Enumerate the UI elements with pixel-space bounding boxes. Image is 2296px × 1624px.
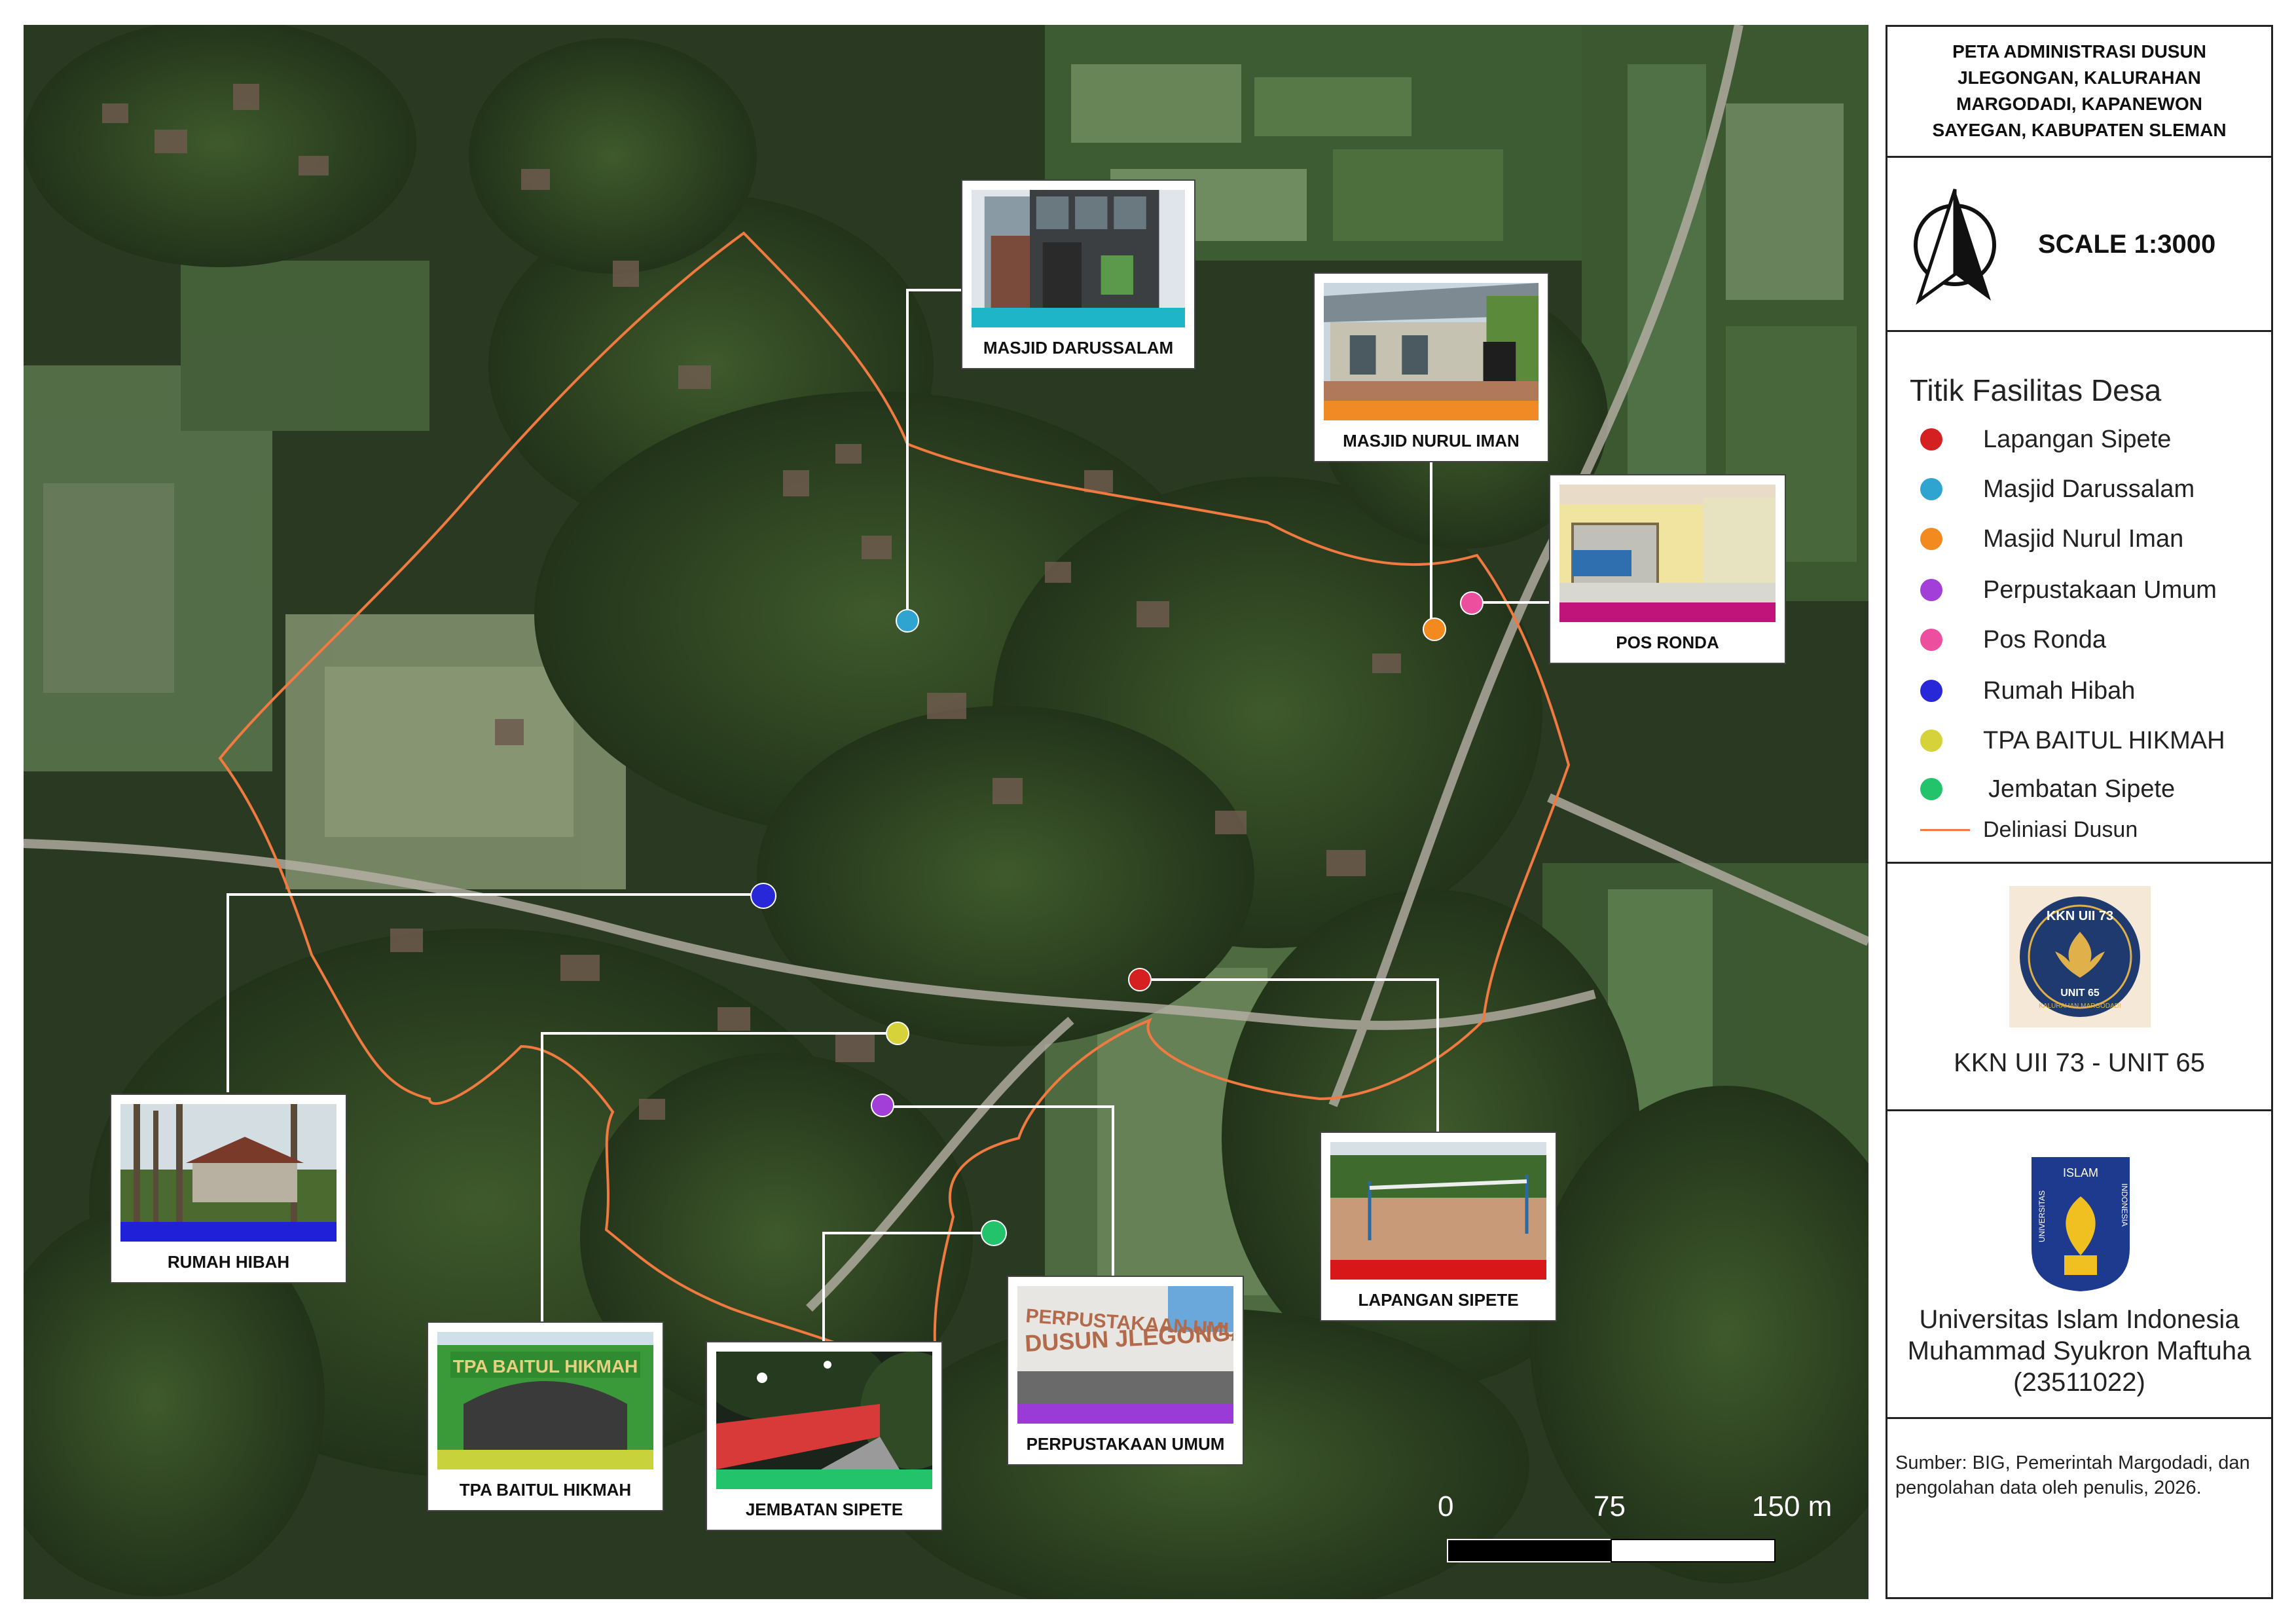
caption-jembatan-sipete: JEMBATAN SIPETE <box>745 1500 903 1519</box>
caption-pos-ronda: POS RONDA <box>1616 633 1719 652</box>
point-rumah-hibah <box>750 883 776 909</box>
uii-ring-top: ISLAM <box>2063 1166 2098 1179</box>
uii-ring-left: UNIVERSITAS <box>2037 1190 2047 1242</box>
north-arrow-icon <box>1914 189 1996 305</box>
scale-bar-black <box>1447 1539 1613 1562</box>
map-title: PETA ADMINISTRASI DUSUN JLEGONGAN, KALUR… <box>1932 41 2227 140</box>
scale-label-75: 75 <box>1594 1490 1626 1522</box>
point-pos-ronda <box>1460 591 1484 615</box>
legend-dot-pink-icon <box>1920 629 1942 651</box>
map-frame[interactable]: MASJID DARUSSALAM MASJID NURUL IMAN POS … <box>24 25 1868 1599</box>
callout-jembatan-sipete[interactable]: JEMBATAN SIPETE <box>706 1341 943 1531</box>
legend-line-icon <box>1920 829 1970 831</box>
legend-section: Titik Fasilitas Desa Lapangan Sipete Mas… <box>1887 332 2271 864</box>
kkn-badge-icon: KKN UII 73 UNIT 65 KALURAHAN MARGODADI <box>2020 896 2140 1017</box>
kkn-badge-ring: KALURAHAN MARGODADI <box>2039 1003 2121 1010</box>
uii-line2: Muhammad Syukron Maftuha <box>1907 1337 2251 1365</box>
uii-logo-icon: ISLAM UNIVERSITAS INDONESIA <box>2032 1157 2130 1291</box>
legend-dot-blue-icon <box>1920 680 1942 702</box>
callout-tpa-baitul-hikmah[interactable]: TPA BAITUL HIKMAH TPA BAITUL HIKMAH <box>427 1321 664 1511</box>
scale-label-0: 0 <box>1438 1490 1454 1522</box>
point-perpustakaan-umum <box>871 1094 894 1117</box>
legend-dot-green-icon <box>1920 778 1942 800</box>
legend-dot-yellow-icon <box>1920 729 1942 752</box>
callout-masjid-nurul-iman[interactable]: MASJID NURUL IMAN <box>1313 272 1549 462</box>
north-scale-section: SCALE 1:3000 <box>1887 158 2271 332</box>
photo-jembatan-sipete <box>716 1352 932 1469</box>
caption-rumah-hibah: RUMAH HIBAH <box>167 1252 290 1272</box>
color-bar-masjid-darussalam <box>972 308 1185 327</box>
tpa-sign-text: TPA BAITUL HIKMAH <box>453 1356 638 1376</box>
color-bar-pos-ronda <box>1559 602 1776 622</box>
color-bar-rumah-hibah <box>120 1222 337 1242</box>
kkn-label: KKN UII 73 - UNIT 65 <box>1954 1048 2205 1077</box>
photo-lapangan-sipete <box>1330 1142 1546 1260</box>
point-masjid-nurul-iman <box>1423 618 1446 641</box>
legend-dot-purple-icon <box>1920 579 1942 601</box>
legend-dot-orange-icon <box>1920 528 1942 550</box>
callout-perpustakaan-umum[interactable]: PERPUSTAKAAN UMUM DUSUN JLEGONGAN PERPUS… <box>1007 1276 1244 1466</box>
color-bar-tpa-baitul-hikmah <box>437 1450 653 1469</box>
uii-line3: (23511022) <box>2013 1368 2145 1397</box>
caption-masjid-nurul-iman: MASJID NURUL IMAN <box>1343 431 1520 451</box>
photo-tpa-baitul-hikmah: TPA BAITUL HIKMAH <box>437 1332 653 1450</box>
kkn-section: KKN UII 73 UNIT 65 KALURAHAN MARGODADI K… <box>1887 864 2271 1111</box>
callout-pos-ronda[interactable]: POS RONDA <box>1549 474 1786 664</box>
photo-masjid-nurul-iman <box>1324 283 1539 401</box>
kkn-logo: KKN UII 73 UNIT 65 KALURAHAN MARGODADI <box>2009 886 2151 1027</box>
callout-lapangan-sipete[interactable]: LAPANGAN SIPETE <box>1320 1132 1557 1321</box>
map-panel: PETA ADMINISTRASI DUSUN JLEGONGAN, KALUR… <box>1886 25 2273 1599</box>
legend-title: Titik Fasilitas Desa <box>1910 373 2162 407</box>
uii-ring-right: INDONESIA <box>2120 1183 2129 1227</box>
uii-line1: Universitas Islam Indonesia <box>1919 1305 2240 1334</box>
leader-lines <box>227 289 1549 1341</box>
callout-masjid-darussalam[interactable]: MASJID DARUSSALAM <box>961 179 1195 369</box>
legend-dot-red-icon <box>1920 428 1942 451</box>
photo-perpustakaan-umum: PERPUSTAKAAN UMUM DUSUN JLEGONGAN <box>1017 1286 1233 1404</box>
scale-bar-white <box>1611 1539 1776 1562</box>
scale-label-150: 150 m <box>1752 1490 1832 1522</box>
point-jembatan-sipete <box>981 1220 1007 1246</box>
caption-tpa-baitul-hikmah: TPA BAITUL HIKMAH <box>459 1480 632 1500</box>
title-section: PETA ADMINISTRASI DUSUN JLEGONGAN, KALUR… <box>1887 27 2271 158</box>
legend-dot-cyan-icon <box>1920 478 1942 500</box>
point-lapangan-sipete <box>1128 968 1152 991</box>
scale-bar <box>1447 1539 1776 1562</box>
kkn-badge-top: KKN UII 73 <box>2047 909 2113 923</box>
callout-rumah-hibah[interactable]: RUMAH HIBAH <box>110 1094 347 1283</box>
source-section: Sumber: BIG, Pemerintah Margodadi, dan p… <box>1887 1419 2271 1601</box>
photo-masjid-darussalam <box>972 190 1185 308</box>
point-masjid-darussalam <box>896 609 919 633</box>
color-bar-perpustakaan-umum <box>1017 1404 1233 1424</box>
source-text: Sumber: BIG, Pemerintah Margodadi, dan p… <box>1895 1452 2250 1498</box>
uii-section: ISLAM UNIVERSITAS INDONESIA Universitas … <box>1887 1111 2271 1419</box>
color-bar-lapangan-sipete <box>1330 1260 1546 1280</box>
color-bar-jembatan-sipete <box>716 1469 932 1489</box>
kkn-badge-unit: UNIT 65 <box>2060 987 2100 999</box>
color-bar-masjid-nurul-iman <box>1324 401 1539 420</box>
photo-rumah-hibah <box>120 1104 337 1222</box>
caption-lapangan-sipete: LAPANGAN SIPETE <box>1358 1290 1519 1310</box>
map-scale: SCALE 1:3000 <box>2038 230 2216 259</box>
point-tpa-baitul-hikmah <box>886 1022 909 1045</box>
caption-perpustakaan-umum: PERPUSTAKAAN UMUM <box>1026 1434 1225 1454</box>
caption-masjid-darussalam: MASJID DARUSSALAM <box>983 338 1174 358</box>
photo-pos-ronda <box>1559 485 1776 602</box>
